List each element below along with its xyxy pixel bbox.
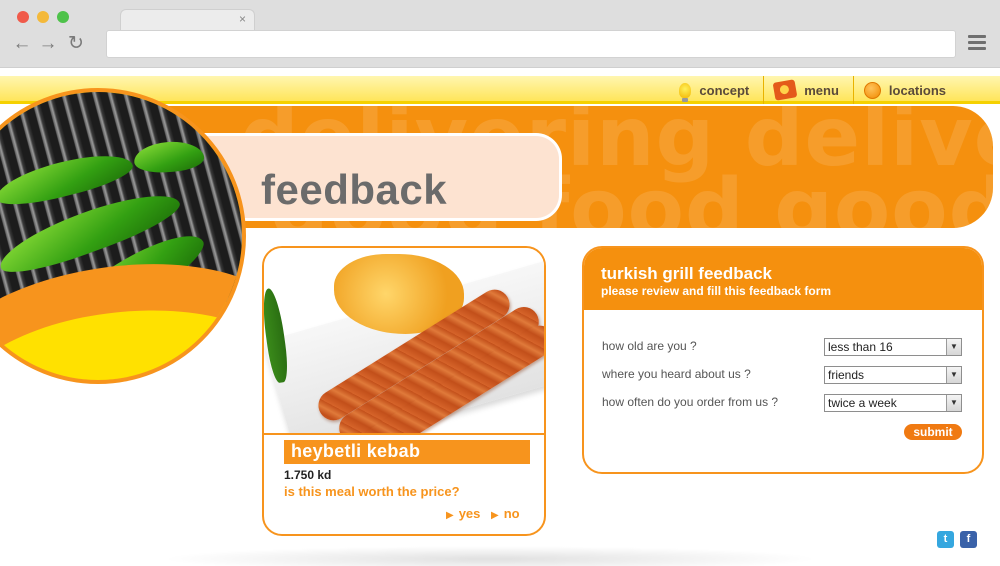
meal-name: heybetli kebab <box>284 440 530 464</box>
hamburger-menu-icon[interactable] <box>968 35 986 51</box>
age-select[interactable]: less than 16 ▼ <box>824 338 962 356</box>
forward-arrow-icon[interactable]: → <box>37 33 59 55</box>
form-title: turkish grill feedback <box>601 264 772 283</box>
top-nav: concept menu locations <box>669 76 960 104</box>
minimize-window-button[interactable] <box>37 11 49 23</box>
dropdown-arrow-icon: ▼ <box>946 395 961 411</box>
vote-no-link[interactable]: ▶ no <box>491 506 520 521</box>
form-header: turkish grill feedback please review and… <box>584 248 982 310</box>
chevron-right-icon: ▶ <box>446 510 454 521</box>
nav-label-menu: menu <box>804 82 839 98</box>
facebook-icon[interactable]: f <box>960 531 977 548</box>
meal-price: 1.750 kd <box>284 468 332 482</box>
menu-book-icon <box>772 79 798 101</box>
close-window-button[interactable] <box>17 11 29 23</box>
hero-pepper-image <box>0 88 246 384</box>
orange-slice-icon <box>863 81 881 99</box>
title-panel: feedback <box>200 133 562 221</box>
nav-label-locations: locations <box>888 82 946 98</box>
referral-question-label: where you heard about us ? <box>602 367 751 381</box>
age-select-value: less than 16 <box>828 340 893 354</box>
nav-item-concept[interactable]: concept <box>669 76 765 104</box>
page-title: feedback <box>261 166 448 213</box>
browser-tab[interactable]: × <box>120 9 255 31</box>
nav-label-concept: concept <box>699 82 750 98</box>
form-subtitle: please review and fill this feedback for… <box>601 284 832 298</box>
twitter-icon[interactable]: t <box>937 531 954 548</box>
submit-button[interactable]: submit <box>904 424 962 440</box>
kebab-photo <box>264 248 544 435</box>
chevron-right-icon: ▶ <box>491 510 499 521</box>
web-page: concept menu locations delivering delive… <box>0 68 1000 566</box>
maximize-window-button[interactable] <box>57 11 69 23</box>
vote-yes-label: yes <box>458 506 481 521</box>
browser-chrome: × ← → ↻ <box>0 0 1000 68</box>
back-arrow-icon[interactable]: ← <box>11 33 33 55</box>
referral-select[interactable]: friends ▼ <box>824 366 962 384</box>
dropdown-arrow-icon: ▼ <box>946 367 961 383</box>
vote-no-label: no <box>503 506 520 521</box>
nav-item-locations[interactable]: locations <box>854 76 960 104</box>
meal-price-question: is this meal worth the price? <box>284 484 460 499</box>
decorative-shadow <box>160 546 820 566</box>
frequency-question-label: how often do you order from us ? <box>602 395 779 409</box>
frequency-select[interactable]: twice a week ▼ <box>824 394 962 412</box>
meal-card: heybetli kebab 1.750 kd is this meal wor… <box>262 246 546 536</box>
address-bar[interactable] <box>106 30 956 58</box>
age-question-label: how old are you ? <box>602 339 697 353</box>
feedback-form: turkish grill feedback please review and… <box>582 246 984 474</box>
reload-icon[interactable]: ↻ <box>65 33 87 55</box>
referral-select-value: friends <box>828 368 865 382</box>
lightbulb-icon <box>679 82 692 102</box>
frequency-select-value: twice a week <box>828 396 897 410</box>
dropdown-arrow-icon: ▼ <box>946 339 961 355</box>
nav-item-menu[interactable]: menu <box>764 76 854 104</box>
tab-close-icon[interactable]: × <box>239 12 246 26</box>
vote-yes-link[interactable]: ▶ yes <box>446 506 480 521</box>
